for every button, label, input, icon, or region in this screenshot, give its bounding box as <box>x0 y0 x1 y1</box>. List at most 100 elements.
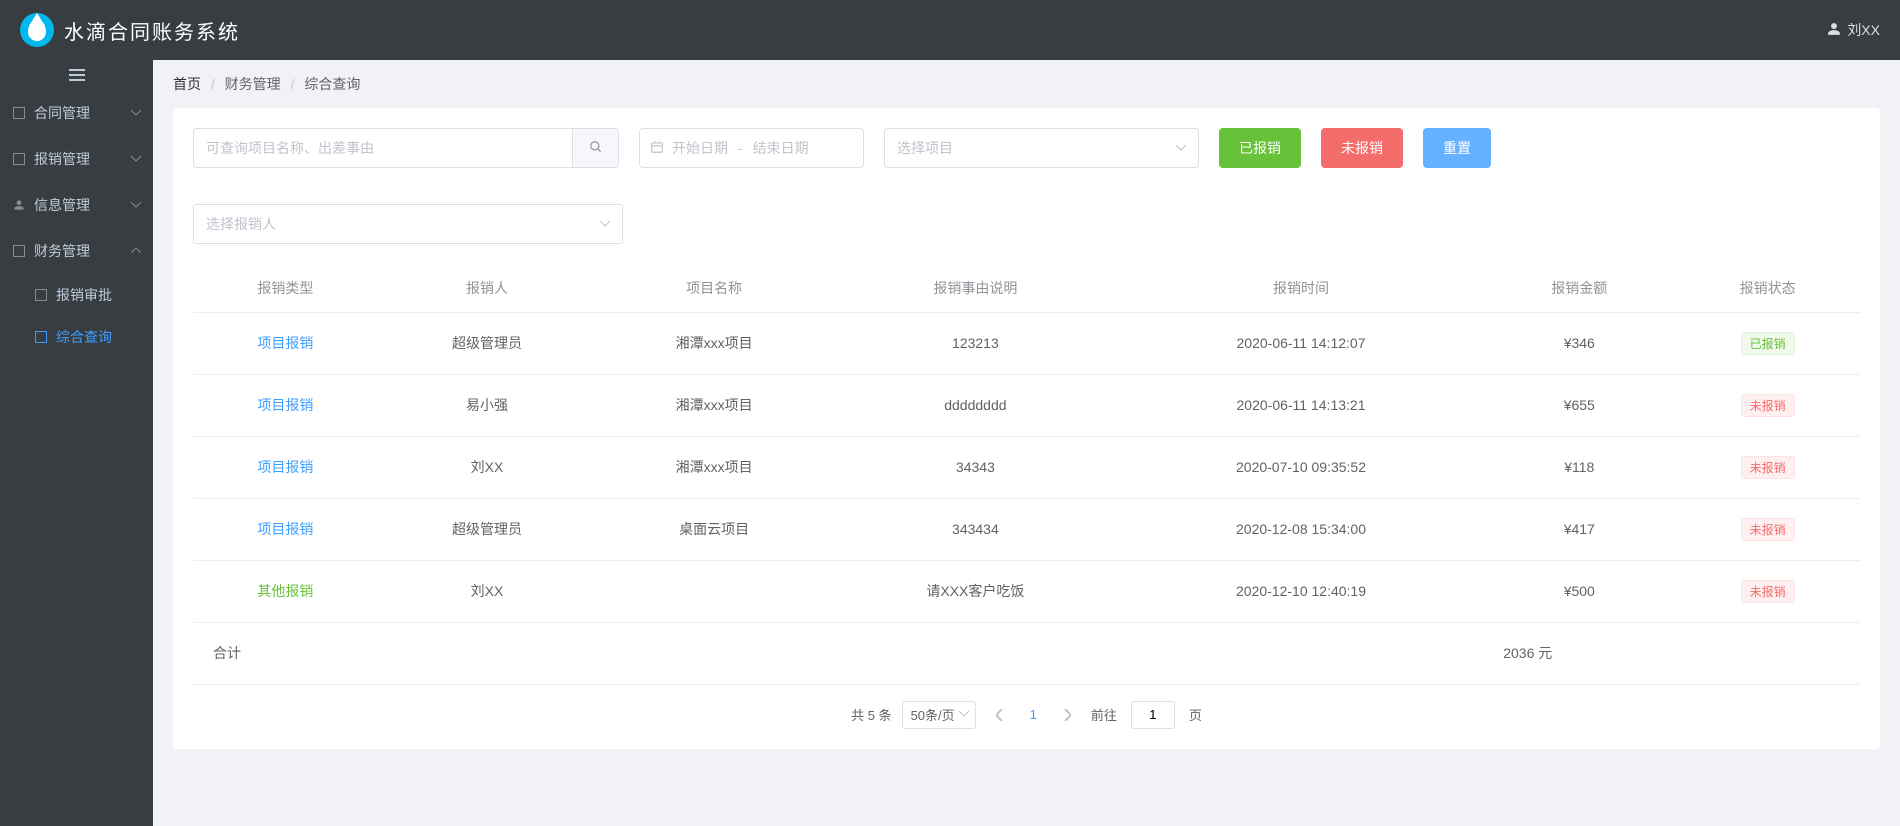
page-next-button[interactable] <box>1053 701 1081 729</box>
date-range-picker[interactable]: 开始日期 - 结束日期 <box>639 128 864 168</box>
row-amount: ¥118 <box>1483 436 1675 498</box>
sidebar-subitem-query[interactable]: 综合查询 <box>22 316 153 358</box>
project-select[interactable]: 选择项目 <box>884 128 1199 168</box>
header-bar: 水滴合同账务系统 刘XX <box>0 0 1900 60</box>
chevron-down-icon <box>131 105 141 121</box>
user-menu[interactable]: 刘XX <box>1827 20 1880 40</box>
row-type[interactable]: 项目报销 <box>257 459 313 475</box>
sidebar-toggle[interactable] <box>0 60 153 90</box>
filter-reported-button[interactable]: 已报销 <box>1219 128 1301 168</box>
search-input[interactable] <box>193 128 573 168</box>
row-reason: 请XXX客户吃饭 <box>832 560 1119 622</box>
search-icon <box>589 140 603 157</box>
page-prev-button[interactable] <box>986 701 1014 729</box>
date-start-placeholder: 开始日期 <box>672 138 728 158</box>
sidebar-item-reimburse[interactable]: 报销管理 <box>0 136 153 182</box>
row-status: 已报销 <box>1741 332 1795 355</box>
project-placeholder: 选择项目 <box>897 138 953 158</box>
row-type[interactable]: 项目报销 <box>257 335 313 351</box>
row-status: 未报销 <box>1741 518 1795 541</box>
sidebar-item-finance[interactable]: 财务管理 <box>0 228 153 274</box>
user-icon <box>12 198 26 212</box>
row-project: 桌面云项目 <box>596 498 832 560</box>
sidebar-item-info[interactable]: 信息管理 <box>0 182 153 228</box>
date-end-placeholder: 结束日期 <box>753 138 809 158</box>
document-icon <box>12 244 26 258</box>
breadcrumb: 首页 / 财务管理 / 综合查询 <box>153 60 1900 108</box>
row-time: 2020-06-11 14:13:21 <box>1119 374 1483 436</box>
row-amount: ¥500 <box>1483 560 1675 622</box>
search-button[interactable] <box>573 128 619 168</box>
row-time: 2020-12-10 12:40:19 <box>1119 560 1483 622</box>
sidebar-item-label: 信息管理 <box>34 195 90 215</box>
app-title: 水滴合同账务系统 <box>64 16 240 45</box>
filter-row: 开始日期 - 结束日期 选择项目 已报销 未报销 重置 选择报销人 <box>193 128 1860 244</box>
sidebar-item-label: 合同管理 <box>34 103 90 123</box>
page-jump-input[interactable] <box>1131 701 1175 729</box>
chevron-up-icon <box>131 243 141 259</box>
reporter-placeholder: 选择报销人 <box>206 214 276 234</box>
table-sum-row: 合计 2036 元 <box>193 622 1860 684</box>
row-amount: ¥655 <box>1483 374 1675 436</box>
col-time: 报销时间 <box>1119 264 1483 312</box>
document-icon <box>34 288 48 302</box>
row-type[interactable]: 项目报销 <box>257 397 313 413</box>
row-reason: dddddddd <box>832 374 1119 436</box>
row-person: 刘XX <box>378 560 597 622</box>
chevron-down-icon <box>131 197 141 213</box>
breadcrumb-mid[interactable]: 财务管理 <box>225 76 281 92</box>
row-person: 超级管理员 <box>378 312 597 374</box>
submenu-finance: 报销审批 综合查询 <box>0 274 153 358</box>
row-person: 易小强 <box>378 374 597 436</box>
reset-button[interactable]: 重置 <box>1423 128 1491 168</box>
page-current[interactable]: 1 <box>1024 707 1043 722</box>
document-icon <box>34 330 48 344</box>
main-content: 首页 / 财务管理 / 综合查询 <box>153 60 1900 826</box>
row-project <box>596 560 832 622</box>
table-row: 项目报销 易小强湘潭xxx项目dddddddd2020-06-11 14:13:2… <box>193 374 1860 436</box>
sidebar-item-label: 报销审批 <box>56 285 112 305</box>
row-time: 2020-07-10 09:35:52 <box>1119 436 1483 498</box>
sidebar-subitem-approval[interactable]: 报销审批 <box>22 274 153 316</box>
user-icon <box>1827 22 1841 39</box>
table-row: 项目报销超级管理员桌面云项目3434342020-12-08 15:34:00¥… <box>193 498 1860 560</box>
jump-suffix: 页 <box>1189 705 1202 724</box>
calendar-icon <box>650 140 664 157</box>
chevron-down-icon <box>131 151 141 167</box>
row-reason: 343434 <box>832 498 1119 560</box>
content-card: 开始日期 - 结束日期 选择项目 已报销 未报销 重置 选择报销人 <box>173 108 1880 749</box>
table-row: 项目报销刘XX湘潭xxx项目343432020-07-10 09:35:52¥1… <box>193 436 1860 498</box>
sidebar-item-contract[interactable]: 合同管理 <box>0 90 153 136</box>
sidebar-item-label: 报销管理 <box>34 149 90 169</box>
row-type[interactable]: 项目报销 <box>257 521 313 537</box>
row-status: 未报销 <box>1741 394 1795 417</box>
col-amount: 报销金额 <box>1483 264 1675 312</box>
reporter-select[interactable]: 选择报销人 <box>193 204 623 244</box>
table-row: 项目报销超级管理员湘潭xxx项目1232132020-06-11 14:12:0… <box>193 312 1860 374</box>
row-person: 刘XX <box>378 436 597 498</box>
row-project: 湘潭xxx项目 <box>596 374 832 436</box>
page-size-select[interactable]: 50条/页 <box>902 701 976 729</box>
total-text: 共 5 条 <box>851 705 891 724</box>
sidebar-item-label: 财务管理 <box>34 241 90 261</box>
col-person: 报销人 <box>378 264 597 312</box>
col-status: 报销状态 <box>1675 264 1860 312</box>
breadcrumb-home[interactable]: 首页 <box>173 76 201 92</box>
col-reason: 报销事由说明 <box>832 264 1119 312</box>
sidebar-item-label: 综合查询 <box>56 327 112 347</box>
document-icon <box>12 152 26 166</box>
row-time: 2020-06-11 14:12:07 <box>1119 312 1483 374</box>
sidebar: 合同管理 报销管理 信息管理 财务管理 <box>0 60 153 826</box>
chevron-down-icon <box>959 707 969 722</box>
breadcrumb-last: 综合查询 <box>304 76 360 92</box>
user-name: 刘XX <box>1847 20 1880 40</box>
row-type[interactable]: 其他报销 <box>257 583 313 599</box>
row-person: 超级管理员 <box>378 498 597 560</box>
chevron-down-icon <box>1176 140 1186 156</box>
table-header-row: 报销类型 报销人 项目名称 报销事由说明 报销时间 报销金额 报销状态 <box>193 264 1860 312</box>
row-reason: 123213 <box>832 312 1119 374</box>
filter-unreported-button[interactable]: 未报销 <box>1321 128 1403 168</box>
sum-label: 合计 <box>193 622 378 684</box>
header-left: 水滴合同账务系统 <box>20 13 240 47</box>
chevron-down-icon <box>600 216 610 232</box>
